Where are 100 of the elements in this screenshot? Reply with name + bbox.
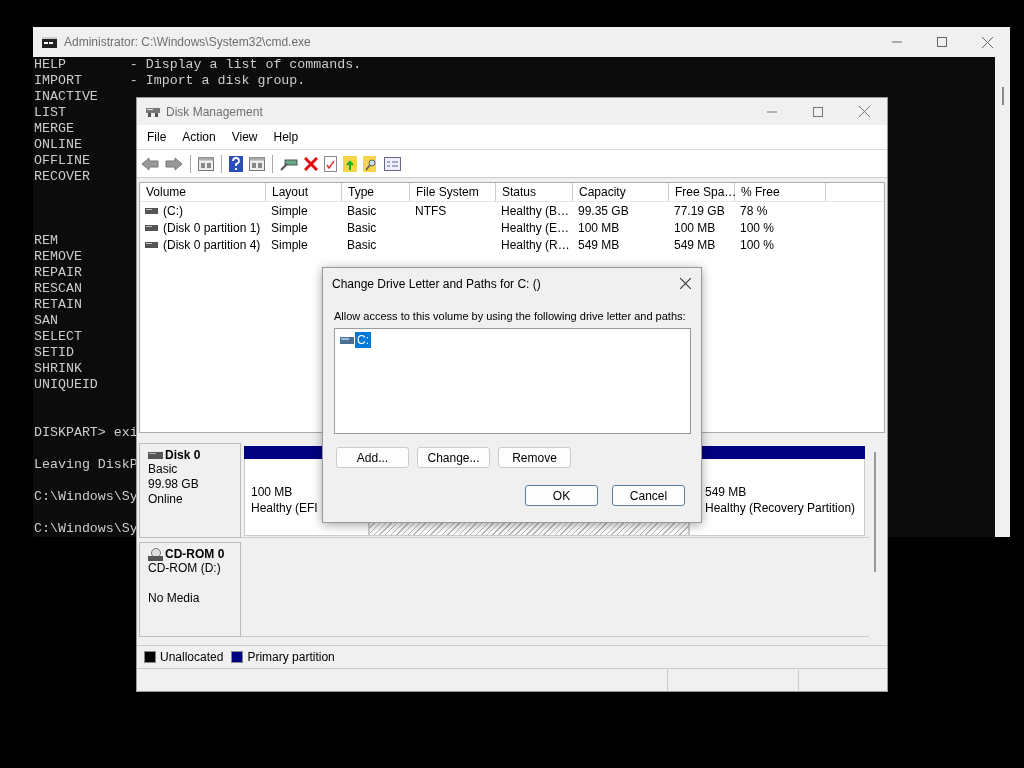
help-icon[interactable] xyxy=(229,155,243,172)
table-cell: (Disk 0 partition 4) xyxy=(163,237,261,252)
disk-info: Online xyxy=(148,492,184,507)
column-header[interactable]: Capacity xyxy=(573,183,669,201)
console-line: C:\Windows\Sy xyxy=(34,521,138,537)
table-cell: Healthy (B… xyxy=(501,203,570,218)
table-cell: Basic xyxy=(347,203,377,218)
drive-icon xyxy=(145,224,158,231)
table-cell: 78 % xyxy=(740,203,768,218)
drive-icon xyxy=(145,241,158,248)
table-cell: Healthy (E… xyxy=(501,220,570,235)
drive-icon xyxy=(340,336,354,344)
back-arrow-icon[interactable] xyxy=(141,156,159,171)
column-header[interactable]: Free Spa… xyxy=(669,183,735,201)
console-line: ONLINE xyxy=(34,137,82,153)
partition-status: Healthy (EFI xyxy=(251,500,318,516)
maximize-icon[interactable] xyxy=(813,106,823,117)
dialog-button[interactable]: Change... xyxy=(417,447,490,468)
table-cell: Simple xyxy=(271,203,308,218)
panel-icon[interactable] xyxy=(249,156,265,171)
dialog-prompt: Allow access to this volume by using the following drive letter and paths: xyxy=(333,310,686,322)
disk-info: Basic xyxy=(148,462,179,477)
window-title: Disk Management xyxy=(166,104,263,119)
table-cell: (C:) xyxy=(163,203,183,218)
dialog-button[interactable]: Cancel xyxy=(612,485,685,506)
column-header[interactable]: File System xyxy=(410,183,496,201)
close-icon[interactable] xyxy=(982,36,993,48)
table-cell: 77.19 GB xyxy=(674,203,725,218)
table-cell: (Disk 0 partition 1) xyxy=(163,220,261,235)
dialog-title: Change Drive Letter and Paths for C: () xyxy=(332,276,541,291)
disk-info: CD-ROM (D:) xyxy=(148,561,222,576)
panel-icon[interactable] xyxy=(198,156,214,171)
console-line: RETAIN xyxy=(34,297,82,313)
console-line: INACTIVE xyxy=(34,89,98,105)
dialog-button[interactable]: Add... xyxy=(336,447,409,468)
column-header[interactable]: % Free xyxy=(735,183,826,201)
table-cell: Simple xyxy=(271,220,308,235)
console-line: C:\Windows\Sy xyxy=(34,489,138,505)
partition-size: 100 MB xyxy=(251,484,293,500)
menu-item[interactable]: View xyxy=(223,130,266,144)
table-cell: 100 % xyxy=(740,237,775,252)
menu-item[interactable]: Help xyxy=(265,130,307,144)
legend-label: Unallocated xyxy=(160,650,224,664)
console-line: REM xyxy=(34,233,58,249)
folder-search-icon[interactable] xyxy=(363,155,378,172)
console-line: REMOVE xyxy=(34,249,82,265)
console-line: RECOVER xyxy=(34,169,90,185)
table-cell: 100 MB xyxy=(578,220,620,235)
partition[interactable]: 549 MB Healthy (Recovery Partition) xyxy=(689,459,865,536)
menu-item[interactable]: Action xyxy=(174,130,224,144)
column-header[interactable]: Volume xyxy=(140,183,266,201)
dialog-button[interactable]: Remove xyxy=(498,447,571,468)
table-cell: 549 MB xyxy=(578,237,620,252)
column-header[interactable]: Status xyxy=(496,183,573,201)
table-cell: 549 MB xyxy=(674,237,716,252)
console-line: OFFLINE xyxy=(34,153,90,169)
dialog-button[interactable]: OK xyxy=(525,485,598,506)
disk-name: CD-ROM 0 xyxy=(165,547,225,561)
close-icon[interactable] xyxy=(680,278,691,289)
console-line: HELP - Display a list of commands. xyxy=(34,57,362,73)
checklist-icon[interactable] xyxy=(324,155,337,172)
drive-icon xyxy=(145,105,161,118)
console-line: DISKPART> exi xyxy=(34,425,138,441)
path-list[interactable]: C: xyxy=(334,328,691,434)
table-cell: 99.35 GB xyxy=(578,203,629,218)
table-cell: Basic xyxy=(347,237,377,252)
disk-info: No Media xyxy=(148,591,201,606)
cd-drive-icon xyxy=(148,547,163,561)
legend-label: Primary partition xyxy=(247,650,335,664)
column-header[interactable]: Layout xyxy=(266,183,342,201)
folder-up-icon[interactable] xyxy=(343,155,357,172)
partition-status: Healthy (Recovery Partition) xyxy=(705,500,856,516)
menu-item[interactable]: File xyxy=(139,130,175,144)
window-title: Administrator: C:\Windows\System32\cmd.exe xyxy=(64,35,311,49)
list-icon[interactable] xyxy=(384,156,401,171)
maximize-icon[interactable] xyxy=(937,37,947,47)
disk-info: 99.98 GB xyxy=(148,477,200,492)
console-line: SETID xyxy=(34,345,74,361)
partition-size: 549 MB xyxy=(705,484,747,500)
console-line: LIST xyxy=(34,105,66,121)
list-item[interactable]: C: xyxy=(355,332,371,348)
console-icon xyxy=(42,36,57,48)
column-header[interactable]: Type xyxy=(342,183,410,201)
table-cell: 100 % xyxy=(740,220,775,235)
disk-name: Disk 0 xyxy=(165,448,201,462)
table-cell: Simple xyxy=(271,237,308,252)
console-line: MERGE xyxy=(34,121,74,137)
forward-arrow-icon[interactable] xyxy=(165,156,183,171)
console-line: SHRINK xyxy=(34,361,82,377)
console-line: SELECT xyxy=(34,329,82,345)
table-cell: 100 MB xyxy=(674,220,716,235)
table-cell: Basic xyxy=(347,220,377,235)
drive-icon xyxy=(145,207,158,214)
drive-icon[interactable] xyxy=(280,156,298,171)
console-line: Leaving DiskP xyxy=(34,457,138,473)
delete-icon[interactable] xyxy=(304,156,318,171)
console-line: RESCAN xyxy=(34,281,82,297)
console-line: SAN xyxy=(34,313,58,329)
console-line: REPAIR xyxy=(34,265,82,281)
table-cell: Healthy (R… xyxy=(501,237,570,252)
